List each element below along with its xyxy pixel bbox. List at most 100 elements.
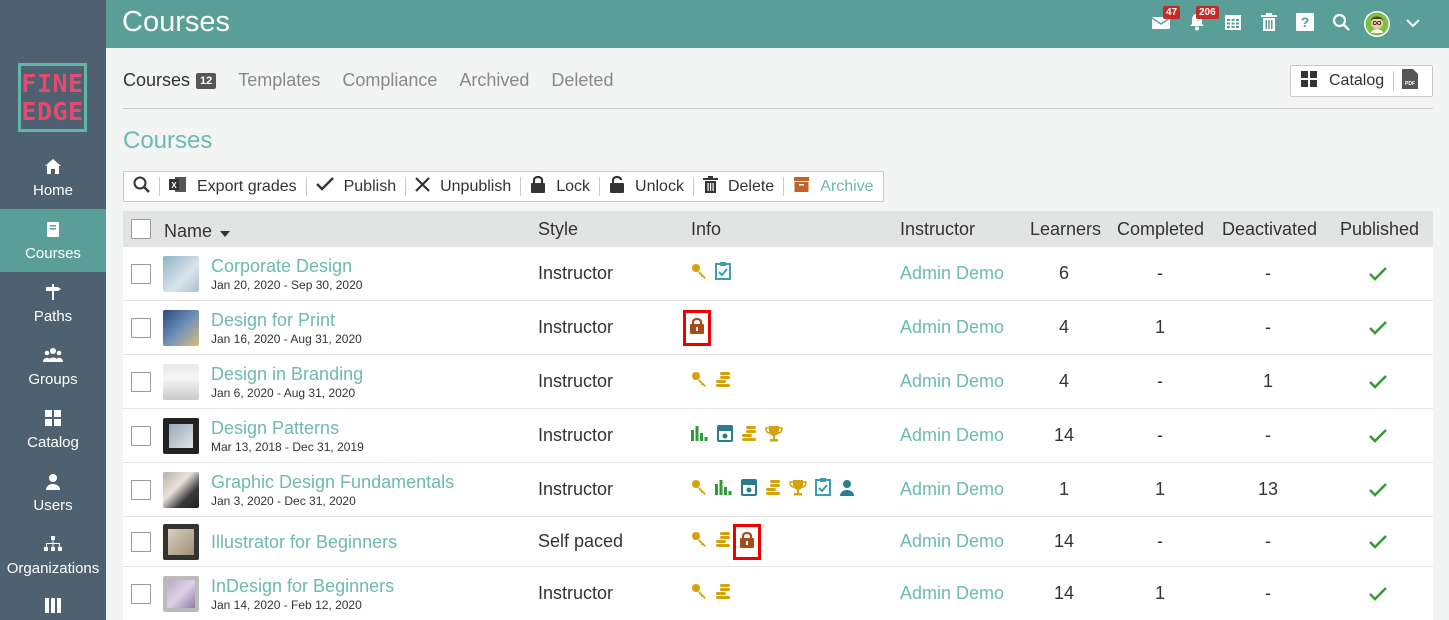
row-checkbox[interactable] <box>131 479 151 500</box>
course-thumbnail[interactable] <box>163 255 199 292</box>
course-title-link[interactable]: Design in Branding <box>211 363 363 385</box>
table-row[interactable]: Corporate Design Jan 20, 2020 - Sep 30, 2… <box>123 247 1433 301</box>
archive-label: Archive <box>820 177 874 195</box>
info-icons <box>683 301 711 354</box>
sidebar-item-organizations[interactable]: Organizations <box>0 524 106 587</box>
calendar-icon <box>1224 13 1242 36</box>
course-dates: Jan 16, 2020 - Aug 31, 2020 <box>211 332 362 346</box>
completed-count: - <box>1157 531 1163 551</box>
course-thumbnail[interactable] <box>163 363 199 400</box>
export-grades-button[interactable]: X Export grades <box>160 176 307 196</box>
instructor-link[interactable]: Admin Demo <box>900 531 1004 552</box>
deactivated-column-header[interactable]: Deactivated <box>1222 211 1317 247</box>
course-title-link[interactable]: Design for Print <box>211 309 362 331</box>
unpublish-button[interactable]: Unpublish <box>406 176 522 196</box>
org-icon <box>44 533 62 555</box>
table-row[interactable]: Illustrator for Beginners Self paced Adm… <box>123 517 1433 567</box>
calendar-button[interactable] <box>1215 0 1251 48</box>
avatar[interactable] <box>1359 0 1395 48</box>
publish-label: Publish <box>343 177 397 195</box>
search-button[interactable] <box>1323 0 1359 48</box>
search-icon <box>1332 13 1350 36</box>
completed-count: - <box>1157 263 1163 283</box>
course-thumbnail[interactable] <box>163 471 199 508</box>
tab-templates[interactable]: Templates <box>238 70 320 91</box>
style-column-header[interactable]: Style <box>538 211 578 247</box>
instructor-link[interactable]: Admin Demo <box>900 317 1004 338</box>
tab-deleted[interactable]: Deleted <box>551 70 613 91</box>
tab-compliance[interactable]: Compliance <box>342 70 437 91</box>
sidebar-item-groups[interactable]: Groups <box>0 335 106 398</box>
search-button[interactable] <box>124 176 160 196</box>
signpost-icon <box>44 281 62 303</box>
instructor-link[interactable]: Admin Demo <box>900 371 1004 392</box>
course-title-link[interactable]: InDesign for Beginners <box>211 575 394 597</box>
select-all-checkbox[interactable] <box>131 219 151 239</box>
instructor-column-header[interactable]: Instructor <box>900 211 975 247</box>
learners-count: 14 <box>1053 531 1075 551</box>
course-thumbnail[interactable] <box>163 417 199 454</box>
table-row[interactable]: InDesign for Beginners Jan 14, 2020 - Feb… <box>123 567 1433 620</box>
published-column-header[interactable]: Published <box>1340 211 1419 247</box>
catalog-button[interactable]: Catalog <box>1291 70 1395 91</box>
course-style: Self paced <box>538 531 624 551</box>
published-check-icon <box>1340 567 1416 620</box>
course-title-link[interactable]: Illustrator for Beginners <box>211 531 397 553</box>
table-row[interactable]: Design Patterns Mar 13, 2018 - Dec 31, 20… <box>123 409 1433 463</box>
logo[interactable]: FINE EDGE <box>18 63 87 132</box>
instructor-link[interactable]: Admin Demo <box>900 583 1004 604</box>
course-style: Instructor <box>538 583 614 603</box>
instructor-link[interactable]: Admin Demo <box>900 479 1004 500</box>
deactivated-count: 13 <box>1257 479 1279 499</box>
row-checkbox[interactable] <box>131 263 151 284</box>
tab-courses[interactable]: Courses 12 <box>123 70 217 91</box>
pdf-button[interactable]: PDF <box>1394 68 1419 94</box>
table-row[interactable]: Graphic Design Fundamentals Jan 3, 2020 -… <box>123 463 1433 517</box>
row-checkbox[interactable] <box>131 425 151 446</box>
instructor-link[interactable]: Admin Demo <box>900 263 1004 284</box>
lock-label: Lock <box>556 177 591 195</box>
learners-count: 14 <box>1053 583 1075 603</box>
sidebar-item-label: Paths <box>33 308 73 325</box>
table-row[interactable]: Design in Branding Jan 6, 2020 - Aug 31, … <box>123 355 1433 409</box>
published-check-icon <box>1340 355 1416 408</box>
sidebar-item-catalog[interactable]: Catalog <box>0 398 106 461</box>
sidebar-item-users[interactable]: Users <box>0 461 106 524</box>
publish-button[interactable]: Publish <box>307 177 407 196</box>
learners-count: 1 <box>1058 479 1069 499</box>
course-title-link[interactable]: Corporate Design <box>211 255 362 277</box>
course-title-link[interactable]: Design Patterns <box>211 417 364 439</box>
deactivated-count: - <box>1265 263 1271 283</box>
coins-icon <box>741 425 757 447</box>
notifications-button[interactable]: 206 <box>1179 0 1219 48</box>
name-column-header[interactable]: Name <box>164 213 231 249</box>
course-thumbnail[interactable] <box>163 575 199 612</box>
sidebar-item-home[interactable]: Home <box>0 146 106 209</box>
delete-button[interactable]: Delete <box>694 175 785 196</box>
trash-button[interactable] <box>1251 0 1287 48</box>
table-row[interactable]: Design for Print Jan 16, 2020 - Aug 31, 2… <box>123 301 1433 355</box>
account-menu-button[interactable] <box>1395 0 1431 48</box>
row-checkbox[interactable] <box>131 531 151 552</box>
row-checkbox[interactable] <box>131 371 151 392</box>
messages-button[interactable]: 47 <box>1143 0 1181 48</box>
instructor-link[interactable]: Admin Demo <box>900 425 1004 446</box>
lock-button[interactable]: Lock <box>521 175 601 196</box>
sidebar-item-paths[interactable]: Paths <box>0 272 106 335</box>
course-thumbnail[interactable] <box>163 309 199 346</box>
learners-column-header[interactable]: Learners <box>1030 211 1101 247</box>
help-button[interactable]: ? <box>1287 0 1323 48</box>
learners-count: 4 <box>1058 317 1069 337</box>
export-grades-label: Export grades <box>197 177 297 195</box>
row-checkbox[interactable] <box>131 583 151 604</box>
completed-column-header[interactable]: Completed <box>1117 211 1204 247</box>
course-thumbnail[interactable] <box>163 523 199 560</box>
coins-icon <box>715 371 731 393</box>
tab-archived[interactable]: Archived <box>459 70 529 91</box>
sidebar-item-courses[interactable]: Courses <box>0 209 106 272</box>
course-title-link[interactable]: Graphic Design Fundamentals <box>211 471 454 493</box>
row-checkbox[interactable] <box>131 317 151 338</box>
sidebar-item-more[interactable] <box>0 587 106 620</box>
archive-button[interactable]: Archive <box>784 176 882 196</box>
unlock-button[interactable]: Unlock <box>600 175 694 196</box>
